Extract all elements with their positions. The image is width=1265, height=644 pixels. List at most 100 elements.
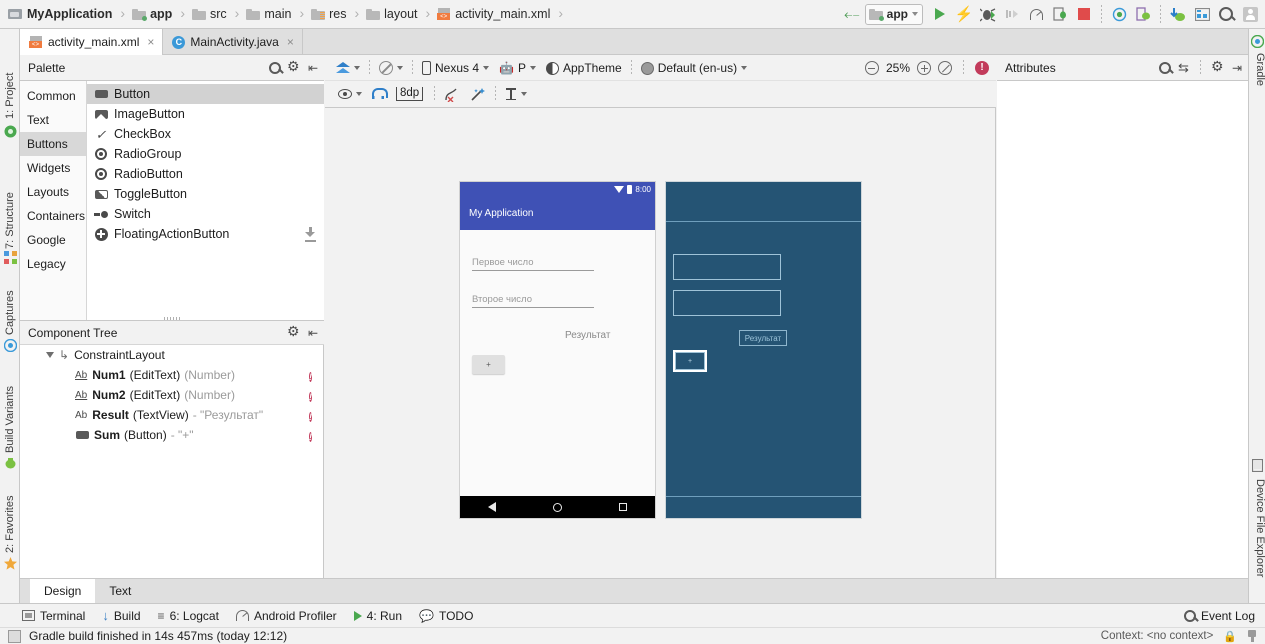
- memory-indicator[interactable]: [8, 629, 21, 643]
- sidebar-item-device-file-explorer[interactable]: Device File Explorer: [1250, 479, 1265, 609]
- nav-home-icon[interactable]: [552, 502, 562, 512]
- search-icon[interactable]: [1159, 62, 1172, 74]
- error-badge[interactable]: !: [309, 389, 312, 403]
- breadcrumb-item-app[interactable]: app: [130, 0, 174, 29]
- tab-activity-main-xml[interactable]: activity_main.xml ×: [20, 29, 164, 55]
- issue-badge[interactable]: !: [975, 61, 989, 75]
- avd-manager-button[interactable]: [1132, 3, 1154, 25]
- breadcrumb-item-main[interactable]: main: [244, 0, 293, 29]
- edittext-num2[interactable]: Второе число: [472, 294, 594, 308]
- attributes-panel[interactable]: [997, 81, 1248, 578]
- collapse-panel-icon[interactable]: ⇥: [1232, 61, 1242, 75]
- gear-icon[interactable]: [287, 323, 301, 340]
- textview-result[interactable]: Результат: [565, 330, 610, 341]
- tab-text[interactable]: Text: [95, 579, 145, 603]
- gear-icon[interactable]: [287, 58, 301, 75]
- palette-category-widgets[interactable]: Widgets: [20, 156, 86, 180]
- tree-row-num2[interactable]: Ab Num2 (EditText) (Number) !: [20, 385, 323, 405]
- plug-icon[interactable]: [1247, 630, 1257, 642]
- device-preview[interactable]: 8:00 My Application Первое число Второе …: [459, 181, 656, 519]
- palette-item-radiobutton[interactable]: RadioButton: [87, 164, 324, 184]
- stop-button[interactable]: [1073, 3, 1095, 25]
- tree-row-constraintlayout[interactable]: ↳ ConstraintLayout: [20, 345, 323, 365]
- palette-item-floatingactionbutton[interactable]: FloatingActionButton: [87, 224, 324, 244]
- collapse-panel-icon[interactable]: ⇤: [308, 61, 318, 75]
- device-selector[interactable]: Nexus 4: [417, 56, 494, 81]
- profiler-button[interactable]: [1025, 3, 1047, 25]
- nav-recents-icon[interactable]: [618, 503, 627, 511]
- infer-constraints-button[interactable]: [465, 82, 491, 107]
- breadcrumb-item-myapplication[interactable]: MyApplication: [6, 0, 114, 29]
- zoom-fit-icon[interactable]: [938, 61, 952, 75]
- zoom-out-icon[interactable]: [864, 61, 879, 75]
- align-baseline-button[interactable]: [500, 82, 532, 107]
- palette-item-togglebutton[interactable]: ToggleButton: [87, 184, 324, 204]
- tree-row-result[interactable]: Ab Result (TextView) - "Результат" !: [20, 405, 323, 425]
- tab-mainactivity-java[interactable]: C MainActivity.java ×: [163, 29, 303, 55]
- search-everywhere-button[interactable]: [1215, 3, 1237, 25]
- locale-selector[interactable]: Default (en-us): [636, 56, 752, 81]
- tree-row-num1[interactable]: Ab Num1 (EditText) (Number) !: [20, 365, 323, 385]
- download-icon[interactable]: [305, 227, 316, 239]
- blueprint-preview[interactable]: Результат +: [665, 181, 862, 519]
- swap-icon[interactable]: ⇆: [1178, 60, 1189, 76]
- error-badge[interactable]: !: [309, 369, 312, 383]
- close-icon[interactable]: ×: [147, 35, 154, 49]
- breadcrumb-item-layout[interactable]: layout: [364, 0, 419, 29]
- sidebar-item-captures[interactable]: Captures: [0, 265, 20, 335]
- palette-splitter[interactable]: [20, 316, 324, 321]
- palette-item-radiogroup[interactable]: RadioGroup: [87, 144, 324, 164]
- sync-gradle-button[interactable]: [1108, 3, 1130, 25]
- palette-category-buttons[interactable]: Buttons: [20, 132, 86, 156]
- run-step-button[interactable]: [1001, 3, 1023, 25]
- design-mode-selector[interactable]: [331, 56, 365, 81]
- run-button[interactable]: [929, 3, 951, 25]
- palette-item-imagebutton[interactable]: ImageButton: [87, 104, 324, 124]
- status-item-run[interactable]: 4: Run: [353, 609, 402, 623]
- palette-category-layouts[interactable]: Layouts: [20, 180, 86, 204]
- expander-triangle-icon[interactable]: [46, 352, 54, 358]
- blueprint-edittext-num1[interactable]: [673, 254, 781, 280]
- status-item-todo[interactable]: 💬 TODO: [419, 609, 473, 623]
- design-canvas[interactable]: 8:00 My Application Первое число Второе …: [325, 108, 996, 578]
- palette-category-containers[interactable]: Containers: [20, 204, 86, 228]
- api-level-selector[interactable]: 🤖 P: [494, 56, 541, 81]
- account-button[interactable]: [1239, 3, 1261, 25]
- theme-selector[interactable]: AppTheme: [541, 56, 627, 81]
- palette-item-button[interactable]: Button: [87, 84, 324, 104]
- blueprint-edittext-num2[interactable]: [673, 290, 781, 316]
- collapse-panel-icon[interactable]: ⇤: [308, 326, 318, 340]
- status-item-build[interactable]: ↓ Build: [102, 608, 140, 623]
- nav-back-icon[interactable]: [488, 502, 497, 512]
- run-configuration-selector[interactable]: app: [864, 3, 923, 25]
- sidebar-item-structure[interactable]: 7: Structure: [0, 157, 20, 249]
- breadcrumb-item-res[interactable]: res: [309, 0, 348, 29]
- close-icon[interactable]: ×: [287, 35, 294, 49]
- status-item-android-profiler[interactable]: Android Profiler: [235, 609, 337, 623]
- breadcrumb-item-activity-main-xml[interactable]: activity_main.xml: [435, 0, 552, 29]
- status-item-logcat[interactable]: ≡ 6: Logcat: [158, 609, 219, 623]
- make-project-button[interactable]: ⤍: [841, 3, 863, 25]
- palette-category-common[interactable]: Common: [20, 84, 86, 108]
- blueprint-button-sum[interactable]: +: [673, 350, 707, 372]
- sidebar-item-project[interactable]: 1: Project: [0, 33, 20, 119]
- status-item-terminal[interactable]: Terminal: [22, 609, 85, 623]
- sidebar-item-build-variants[interactable]: Build Variants: [0, 353, 20, 453]
- breadcrumb-item-src[interactable]: src: [190, 0, 229, 29]
- search-icon[interactable]: [268, 62, 281, 74]
- error-badge[interactable]: !: [309, 429, 312, 443]
- palette-category-google[interactable]: Google: [20, 228, 86, 252]
- tab-design[interactable]: Design: [30, 579, 96, 603]
- sidebar-item-gradle[interactable]: Gradle: [1250, 53, 1265, 105]
- gear-icon[interactable]: [1211, 58, 1225, 75]
- zoom-in-icon[interactable]: [917, 61, 931, 75]
- attach-debugger-button[interactable]: [1049, 3, 1071, 25]
- palette-item-checkbox[interactable]: ✓ CheckBox: [87, 124, 324, 144]
- orientation-selector[interactable]: [374, 56, 408, 81]
- autoconnect-button[interactable]: [367, 82, 389, 107]
- palette-item-switch[interactable]: Switch: [87, 204, 324, 224]
- view-options-button[interactable]: [333, 82, 367, 107]
- tree-row-sum[interactable]: Sum (Button) - "+" !: [20, 425, 323, 445]
- blueprint-textview-result[interactable]: Результат: [739, 330, 787, 346]
- edittext-num1[interactable]: Первое число: [472, 257, 594, 271]
